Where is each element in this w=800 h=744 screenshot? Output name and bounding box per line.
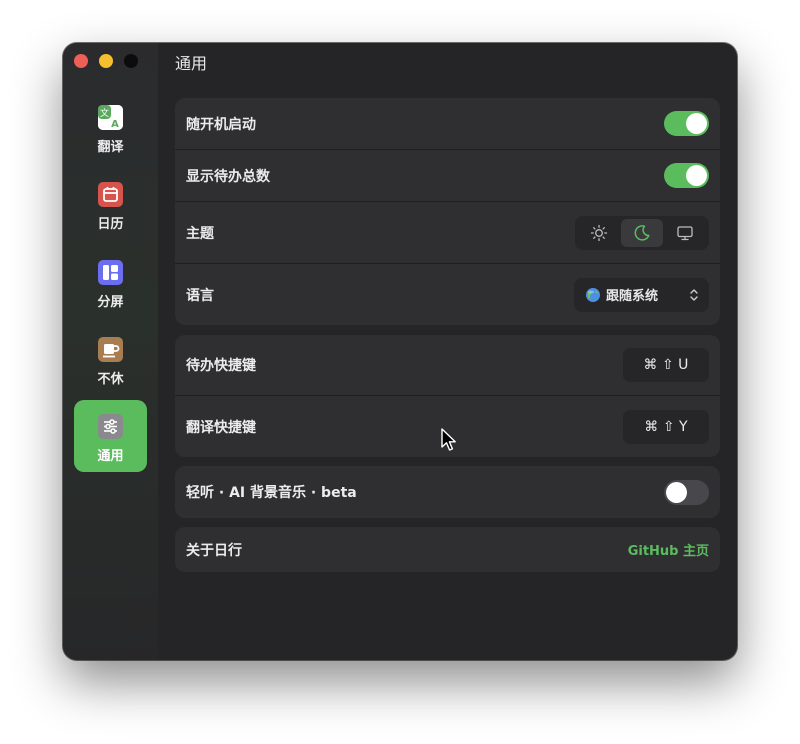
- svg-text:文: 文: [100, 107, 109, 119]
- translate-shortcut-recorder[interactable]: ⌘ ⇧ Y: [623, 409, 709, 444]
- setting-row-show-todo-count: 显示待办总数: [175, 150, 720, 202]
- toggle-knob: [666, 481, 687, 503]
- setting-label: 语言: [186, 287, 214, 304]
- sidebar-item-calendar[interactable]: 日历: [74, 168, 147, 240]
- setting-label: 显示待办总数: [186, 168, 270, 185]
- settings-group-about: 关于日行 GitHub 主页: [175, 527, 720, 572]
- toggle-knob: [686, 113, 707, 134]
- app-window: 文 A 翻译 日历 分屏 不休 通用 通用 随开机启动 显示待办总数 主题 语言…: [63, 43, 737, 660]
- theme-system-button[interactable]: [665, 219, 706, 247]
- sidebar: 文 A 翻译 日历 分屏 不休 通用: [63, 43, 158, 660]
- moon-icon: [634, 224, 650, 241]
- globe-icon: [586, 287, 600, 302]
- sidebar-item-label: 不休: [97, 372, 124, 387]
- sidebar-item-translate[interactable]: 文 A 翻译: [74, 91, 147, 163]
- translate-icon: 文 A: [98, 105, 123, 130]
- mouse-cursor-icon: [441, 428, 456, 451]
- setting-label: 待办快捷键: [186, 358, 256, 374]
- sidebar-item-no-sleep[interactable]: 不休: [74, 323, 147, 395]
- setting-label: 随开机启动: [186, 116, 256, 133]
- setting-label: 翻译快捷键: [186, 419, 256, 436]
- toggle-knob: [686, 165, 707, 186]
- ai-music-toggle[interactable]: [664, 479, 709, 505]
- monitor-icon: [677, 225, 693, 240]
- sidebar-item-split-screen[interactable]: 分屏: [74, 246, 147, 318]
- theme-dark-button[interactable]: [621, 218, 663, 247]
- minimize-window-button[interactable]: [99, 54, 113, 68]
- language-select-value: 跟随系统: [606, 289, 659, 304]
- sidebar-item-label: 日历: [97, 217, 124, 232]
- settings-group-ai-music: 轻听 · AI 背景音乐 · beta: [175, 466, 720, 518]
- setting-row-ai-music: 轻听 · AI 背景音乐 · beta: [175, 466, 720, 518]
- split-screen-icon: [98, 260, 123, 285]
- setting-row-language: 语言 跟随系统: [175, 264, 720, 325]
- svg-text:A: A: [111, 119, 119, 130]
- sidebar-item-label: 翻译: [97, 140, 124, 155]
- sun-icon: [590, 224, 607, 241]
- language-select[interactable]: 跟随系统: [574, 277, 709, 312]
- show-todo-count-toggle[interactable]: [664, 163, 709, 188]
- launch-at-login-toggle[interactable]: [664, 111, 709, 136]
- setting-label: 主题: [186, 225, 214, 242]
- setting-row-theme: 主题: [175, 202, 720, 264]
- sliders-icon: [98, 414, 123, 439]
- todo-shortcut-recorder[interactable]: ⌘ ⇧ U: [623, 348, 709, 382]
- github-homepage-link[interactable]: GitHub 主页: [628, 540, 709, 559]
- setting-row-about: 关于日行 GitHub 主页: [175, 527, 720, 572]
- setting-label: 轻听 · AI 背景音乐 · beta: [186, 485, 357, 501]
- theme-segmented-control: [575, 215, 709, 250]
- close-window-button[interactable]: [74, 54, 88, 68]
- settings-group-general: 随开机启动 显示待办总数 主题 语言 跟随系统: [175, 98, 720, 325]
- theme-light-button[interactable]: [578, 219, 619, 247]
- setting-label: 关于日行: [186, 542, 242, 559]
- sidebar-item-label: 通用: [97, 449, 124, 464]
- sidebar-item-general[interactable]: 通用: [74, 400, 147, 472]
- calendar-icon: [98, 182, 123, 207]
- zoom-window-button[interactable]: [124, 54, 138, 68]
- sidebar-item-label: 分屏: [97, 295, 124, 310]
- setting-row-launch-at-login: 随开机启动: [175, 98, 720, 150]
- window-title: 通用: [175, 54, 208, 73]
- chevron-up-down-icon: [690, 288, 698, 301]
- coffee-icon: [98, 337, 123, 362]
- setting-row-todo-shortcut: 待办快捷键 ⌘ ⇧ U: [175, 335, 720, 396]
